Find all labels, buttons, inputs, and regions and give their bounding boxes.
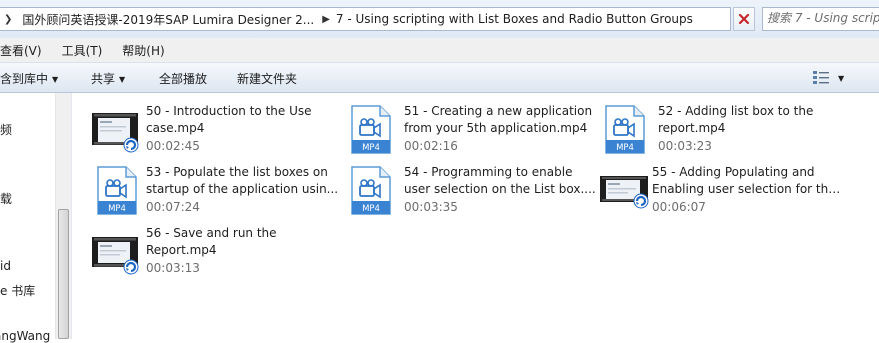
file-name-line1: 51 - Creating a new application [404,104,593,118]
file-item[interactable]: MP4 52 - Adding list box to the report.m… [602,103,852,161]
nav-scrollbar[interactable] [55,93,71,339]
nav-item[interactable]: id [0,259,11,273]
chevron-down-icon: ▼ [52,75,59,84]
file-duration: 00:02:45 [146,139,200,153]
file-name-line2: startup of the application usin... [146,182,339,196]
file-name-line2: case.mp4 [146,121,205,135]
close-button[interactable] [733,7,755,31]
file-name: 51 - Creating a new application from you… [404,103,599,137]
file-name: 52 - Adding list box to the report.mp4 [658,103,853,137]
breadcrumb[interactable]: ❯ 国外顾问英语授课-2019年SAP Lumira Designer 2...… [0,7,731,31]
file-duration: 00:03:23 [658,139,712,153]
file-item[interactable]: MP4 54 - Programming to enable user sele… [348,164,598,222]
mp4-badge-label: MP4 [108,204,126,214]
change-view-button[interactable]: ▼ [812,69,852,87]
command-bar: 含到库中 ▼ 共享 ▼ 全部播放 新建文件夹 ▼ [0,63,879,93]
file-name-line2: report.mp4 [658,121,726,135]
video-preview-icon [92,113,139,153]
mp4-badge-label: MP4 [362,143,380,153]
file-name-line1: 50 - Introduction to the Use [146,104,312,118]
file-item[interactable]: 55 - Adding Populating and Enabling user… [598,164,848,222]
breadcrumb-parent-folder[interactable]: 国外顾问英语授课-2019年SAP Lumira Designer 2... [18,11,318,28]
video-preview-icon [92,237,139,275]
file-name: 54 - Programming to enable user selectio… [404,164,599,198]
menu-bar: 查看(V) 工具(T) 帮助(H) [0,38,879,63]
file-name-line2: from your 5th application.mp4 [404,121,588,135]
file-name: 55 - Adding Populating and Enabling user… [652,164,847,198]
file-list: 50 - Introduction to the Use case.mp4 00… [72,93,879,339]
file-name: 56 - Save and run the Report.mp4 [146,225,341,259]
file-duration: 00:06:07 [652,200,706,214]
mp4-file-icon: MP4 [97,166,137,215]
mp4-file-icon: MP4 [351,105,391,154]
mp4-file-icon: MP4 [351,166,391,215]
file-name-line1: 54 - Programming to enable [404,165,573,179]
mp4-badge-label: MP4 [616,143,634,153]
file-name-line2: Enabling user selection for the... [652,182,847,196]
breadcrumb-chevron-icon[interactable]: ▶ [318,14,336,25]
file-duration: 00:03:13 [146,261,200,275]
search-field[interactable] [762,7,879,31]
file-name-line1: 55 - Adding Populating and [652,165,815,179]
nav-item[interactable]: 频 [0,121,12,138]
include-in-library-label: 含到库中 [0,72,49,86]
play-all-button[interactable]: 全部播放 [159,70,207,87]
file-item[interactable]: MP4 53 - Populate the list boxes on star… [90,164,340,222]
nav-item[interactable]: e 书库 [0,282,35,299]
address-bar: ❯ 国外顾问英语授课-2019年SAP Lumira Designer 2...… [0,0,879,38]
file-item[interactable]: 50 - Introduction to the Use case.mp4 00… [90,103,340,161]
file-name-line2: Report.mp4 [146,243,217,257]
search-input[interactable] [767,8,879,28]
close-icon [738,13,750,25]
chevron-down-icon: ▼ [838,73,845,83]
file-duration: 00:03:35 [404,200,458,214]
breadcrumb-current-folder[interactable]: 7 - Using scripting with List Boxes and … [336,12,697,26]
chevron-down-icon: ▼ [119,75,126,84]
new-folder-button[interactable]: 新建文件夹 [237,70,297,87]
nav-item[interactable]: 载 [0,190,12,207]
video-preview-icon [600,176,649,209]
file-item[interactable]: MP4 51 - Creating a new application from… [348,103,598,161]
file-name-line1: 56 - Save and run the [146,226,277,240]
share-button[interactable]: 共享 ▼ [91,70,125,87]
view-details-icon [813,71,829,84]
file-name-line1: 52 - Adding list box to the [658,104,814,118]
file-name-line1: 53 - Populate the list boxes on [146,165,328,179]
nav-item[interactable]: angWang [0,329,50,343]
file-name: 53 - Populate the list boxes on startup … [146,164,341,198]
menu-view[interactable]: 查看(V) [0,42,42,59]
file-item[interactable]: 56 - Save and run the Report.mp4 00:03:1… [90,225,340,283]
mp4-file-icon: MP4 [605,105,645,154]
file-duration: 00:02:16 [404,139,458,153]
menu-tools[interactable]: 工具(T) [62,42,103,59]
share-label: 共享 [91,72,116,86]
include-in-library-button[interactable]: 含到库中 ▼ [0,70,58,87]
menu-help[interactable]: 帮助(H) [122,42,164,59]
file-name: 50 - Introduction to the Use case.mp4 [146,103,341,137]
breadcrumb-chevron-icon[interactable]: ❯ [0,14,18,25]
file-duration: 00:07:24 [146,200,200,214]
mp4-badge-label: MP4 [362,204,380,214]
file-name-line2: user selection on the List box.... [404,182,596,196]
nav-scrollbar-thumb[interactable] [58,209,69,339]
